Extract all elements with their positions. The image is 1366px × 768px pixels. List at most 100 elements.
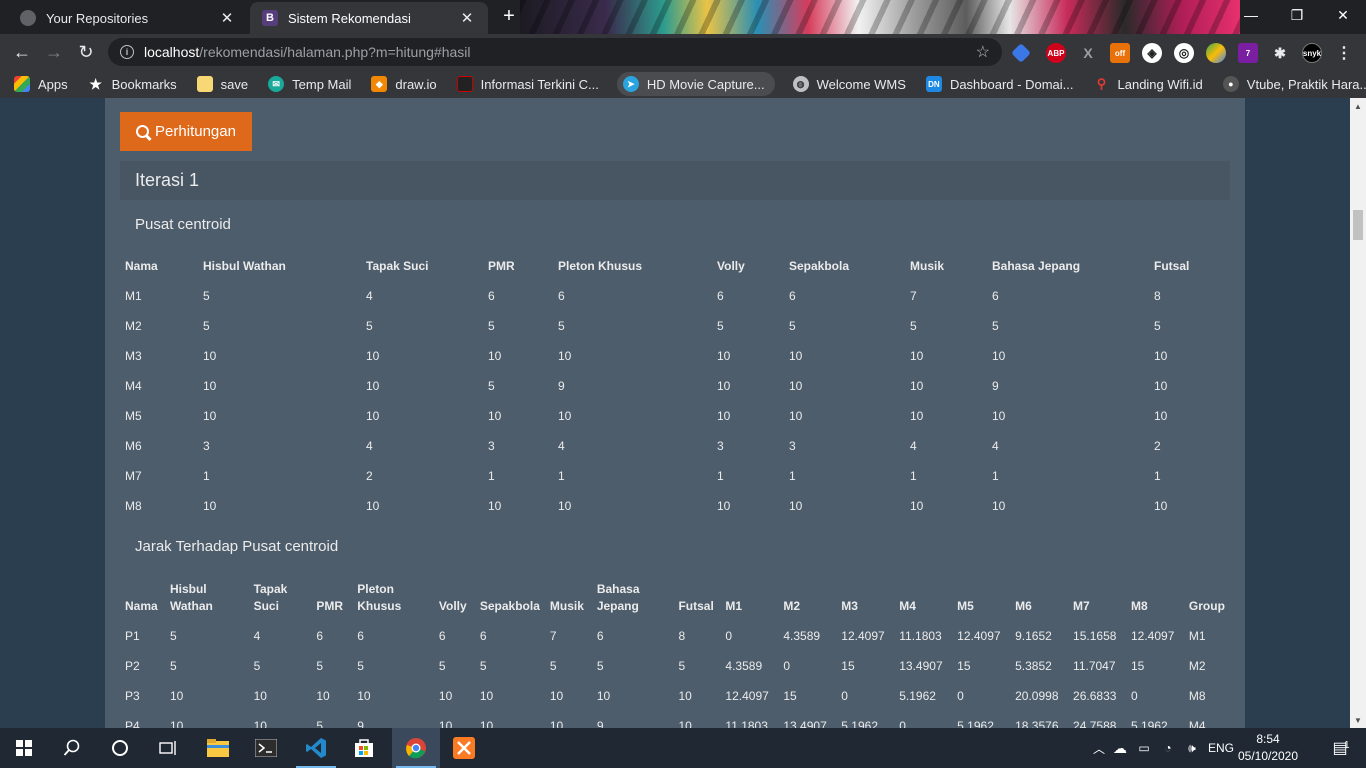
bookmark-temp-mail[interactable]: ✉ Temp Mail <box>266 72 353 96</box>
table-cell: 10 <box>678 689 692 703</box>
terminal-button[interactable] <box>242 728 290 768</box>
url-text[interactable]: localhost/rekomendasi/halaman.php?m=hitu… <box>144 44 976 60</box>
new-tab-button[interactable]: + <box>496 6 522 28</box>
table-cell: 6 <box>488 289 495 303</box>
table-cell: 10 <box>203 409 217 423</box>
info-icon[interactable]: i <box>120 45 134 59</box>
table-cell: 10 <box>992 349 1006 363</box>
store-bag-icon <box>355 739 373 757</box>
close-icon[interactable]: ✕ <box>218 9 236 27</box>
table-cell: 10 <box>169 719 184 728</box>
task-view-button[interactable] <box>144 728 192 768</box>
header-line: Jepang <box>596 599 639 613</box>
tab-sistem-rekomendasi[interactable]: B Sistem Rekomendasi ✕ <box>250 2 488 34</box>
vscode-button[interactable] <box>292 728 340 768</box>
tab-your-repositories[interactable]: Your Repositories ✕ <box>8 2 248 34</box>
notifications-button[interactable]: ▤ 1 <box>1316 728 1364 768</box>
battery-icon[interactable]: ▭ <box>1132 741 1156 755</box>
header-line: Khusus <box>357 599 402 613</box>
bookmark-dashboard[interactable]: DN Dashboard - Domai... <box>924 72 1076 96</box>
address-bar[interactable]: i localhost/rekomendasi/halaman.php?m=hi… <box>108 38 1002 66</box>
page-scrollbar[interactable]: ▲ ▼ <box>1350 98 1366 728</box>
cortana-button[interactable] <box>96 728 144 768</box>
chevron-up-icon[interactable]: ︿ <box>1090 740 1108 757</box>
table-cell: 6 <box>992 289 999 303</box>
scroll-up-arrow-icon[interactable]: ▲ <box>1350 98 1366 114</box>
bookmark-welcome-wms[interactable]: ◍ Welcome WMS <box>791 72 908 96</box>
column-header: M8 <box>1126 575 1184 621</box>
table-row: M6 3 4 3 4 3 3 4 4 2 <box>120 431 1230 461</box>
back-button[interactable]: ← <box>8 38 36 66</box>
restore-button[interactable]: ❐ <box>1274 0 1320 30</box>
table-cell: 10 <box>488 499 502 513</box>
extension-badge-icon[interactable]: 7 <box>1238 43 1258 63</box>
table-cell: P4 <box>125 719 140 728</box>
table-cell: 5 <box>316 659 323 673</box>
table-cell: M3 <box>125 349 142 363</box>
bookmark-save[interactable]: save <box>195 72 250 96</box>
extension-cube-icon[interactable]: ◈ <box>1142 43 1162 63</box>
extension-off-icon[interactable]: off <box>1110 43 1130 63</box>
table-cell: 10 <box>488 409 502 423</box>
bookmark-label: Apps <box>38 76 68 92</box>
minimize-button[interactable]: — <box>1228 0 1274 30</box>
scroll-thumb[interactable] <box>1353 210 1363 240</box>
search-icon <box>136 125 150 138</box>
bookmark-drawio[interactable]: ◆ draw.io <box>369 72 438 96</box>
bookmark-hd-movie[interactable]: ➤ HD Movie Capture... <box>616 72 775 96</box>
header-line: PMR <box>316 599 343 613</box>
extensions-puzzle-icon[interactable]: ✱ <box>1270 43 1290 63</box>
table-cell: 1 <box>717 469 724 483</box>
volume-icon[interactable]: 🕪 <box>1180 741 1204 756</box>
distance-table-header: Nama Hisbul Wathan Tapak Suci PMR Pleton Khusus… <box>120 575 1230 621</box>
adblock-plus-icon[interactable]: ABP <box>1046 43 1066 63</box>
dn-icon: DN <box>925 76 942 92</box>
start-button[interactable] <box>0 728 48 768</box>
table-cell: 10 <box>717 499 731 513</box>
close-window-button[interactable]: ✕ <box>1320 0 1366 30</box>
table-cell: 1 <box>910 469 917 483</box>
bookmark-apps[interactable]: Apps <box>12 72 70 96</box>
store-button[interactable] <box>340 728 388 768</box>
search-icon <box>63 739 80 756</box>
search-button[interactable] <box>48 728 96 768</box>
bookmark-bookmarks[interactable]: ★ Bookmarks <box>86 72 179 96</box>
forward-button[interactable]: → <box>40 38 68 66</box>
extension-x-icon[interactable]: X <box>1078 43 1098 63</box>
scroll-down-arrow-icon[interactable]: ▼ <box>1350 712 1366 728</box>
table-cell: M8 <box>125 499 142 513</box>
clock[interactable]: 8:54 05/10/2020 <box>1236 731 1300 765</box>
column-header: Nama <box>120 575 165 621</box>
file-explorer-button[interactable] <box>194 728 242 768</box>
table-cell: 6 <box>438 629 446 643</box>
table-cell: 10 <box>479 719 494 728</box>
bookmark-label: Landing Wifi.id <box>1117 76 1203 92</box>
snyk-icon[interactable]: snyk <box>1302 43 1322 63</box>
close-icon[interactable]: ✕ <box>458 9 476 27</box>
perhitungan-button[interactable]: Perhitungan <box>120 112 252 151</box>
distance-table: Nama Hisbul Wathan Tapak Suci PMR Pleton Khusus… <box>120 575 1230 728</box>
table-cell: 10 <box>558 349 572 363</box>
table-cell: M8 <box>1188 689 1206 703</box>
xampp-button[interactable] <box>440 728 488 768</box>
table-cell: 15 <box>957 659 971 673</box>
bookmark-star-icon[interactable]: ☆ <box>976 42 990 62</box>
windows-taskbar: ︿ ☁ ▭ ◔ 🕪 ENG 8:54 05/10/2020 ▤ 1 <box>0 728 1366 768</box>
reload-button[interactable]: ↻ <box>72 38 100 66</box>
bookmark-label: Bookmarks <box>111 76 177 92</box>
extension-colorful-icon[interactable] <box>1206 43 1226 63</box>
bookmark-vtube[interactable]: ● Vtube, Praktik Hara... <box>1221 72 1366 96</box>
bookmark-landing-wifi[interactable]: ⚲ Landing Wifi.id <box>1092 72 1205 96</box>
menu-icon[interactable]: ⋮ <box>1334 43 1354 63</box>
wifi-icon[interactable]: ◔ <box>1156 741 1180 755</box>
extension-diamond-icon[interactable] <box>1011 43 1031 63</box>
table-cell: 10 <box>992 499 1006 513</box>
onedrive-cloud-icon[interactable]: ☁ <box>1108 740 1132 757</box>
column-header: Nama <box>125 259 158 273</box>
bookmark-informasi[interactable]: Informasi Terkini C... <box>455 72 601 96</box>
tab-title: Sistem Rekomendasi <box>288 10 411 26</box>
extension-circle-icon[interactable]: ◎ <box>1174 43 1194 63</box>
header-line: M2 <box>783 599 801 613</box>
language-indicator[interactable]: ENG <box>1204 741 1238 755</box>
chrome-button[interactable] <box>392 728 440 768</box>
